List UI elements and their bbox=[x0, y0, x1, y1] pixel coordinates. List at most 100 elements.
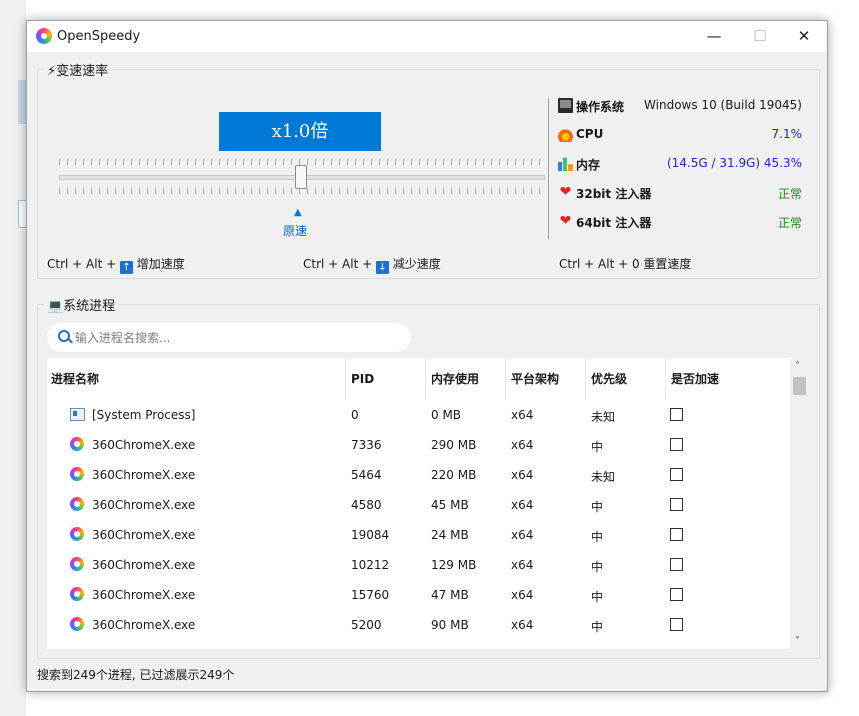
normal-speed-link[interactable]: 原速 bbox=[283, 222, 307, 239]
memory-value: (14.5G / 31.9G) 45.3% bbox=[666, 156, 802, 170]
table-row[interactable]: 360ChromeX.exe 4580 45 MB x64 中 bbox=[47, 490, 790, 520]
column-separator[interactable] bbox=[345, 358, 346, 400]
injector64-label: 64bit 注入器 bbox=[576, 216, 652, 230]
process-search-input[interactable] bbox=[73, 328, 397, 348]
cpu-value: 7.1% bbox=[771, 127, 803, 141]
close-button[interactable]: ✕ bbox=[781, 21, 827, 52]
column-separator[interactable] bbox=[505, 358, 506, 400]
table-row[interactable]: 360ChromeX.exe 19084 24 MB x64 中 bbox=[47, 520, 790, 550]
column-separator[interactable] bbox=[665, 358, 666, 400]
process-priority: 中 bbox=[591, 500, 604, 514]
table-row[interactable]: [System Process] 0 0 MB x64 未知 bbox=[47, 400, 790, 430]
column-header-memory[interactable]: 内存使用 bbox=[431, 372, 479, 400]
process-name: 360ChromeX.exe bbox=[92, 438, 196, 452]
info-divider bbox=[548, 98, 549, 239]
monitor-icon bbox=[558, 98, 573, 113]
process-table-scrollbar[interactable]: ˄ ˅ bbox=[791, 358, 809, 649]
process-memory: 24 MB bbox=[431, 528, 469, 542]
accelerate-checkbox[interactable] bbox=[670, 528, 683, 541]
process-name: 360ChromeX.exe bbox=[92, 498, 196, 512]
accelerate-checkbox[interactable] bbox=[670, 558, 683, 571]
speed-slider-thumb[interactable] bbox=[295, 165, 307, 189]
process-pid: 5200 bbox=[351, 618, 382, 632]
speed-group-label: ⚡变速速率 bbox=[44, 60, 112, 79]
process-name: 360ChromeX.exe bbox=[92, 588, 196, 602]
process-group-label: 💻系统进程 bbox=[44, 295, 119, 314]
title-bar[interactable]: OpenSpeedy — ☐ ✕ bbox=[27, 21, 827, 52]
normal-speed-marker-icon: ▲ bbox=[294, 207, 302, 218]
scroll-down-icon[interactable]: ˅ bbox=[795, 636, 800, 647]
chrome-icon bbox=[70, 587, 84, 601]
memory-label: 内存 bbox=[576, 158, 601, 172]
chrome-icon bbox=[70, 617, 84, 631]
background-window-fragment bbox=[18, 80, 26, 124]
accelerate-checkbox[interactable] bbox=[670, 468, 683, 481]
process-table-header: ^ 进程名称 PID 内存使用 平台架构 优先级 是否加速 bbox=[47, 358, 790, 400]
injector64-status: 正常 bbox=[777, 216, 802, 230]
column-header-arch[interactable]: 平台架构 bbox=[511, 372, 559, 400]
process-search-box[interactable] bbox=[47, 323, 411, 352]
hotkey-decrease-prefix: Ctrl + Alt + bbox=[303, 257, 376, 271]
accelerate-checkbox[interactable] bbox=[670, 438, 683, 451]
minimize-button[interactable]: — bbox=[691, 21, 737, 52]
status-text: 搜索到249个进程, 已过滤展示249个 bbox=[37, 668, 235, 682]
process-pid: 10212 bbox=[351, 558, 390, 572]
process-arch: x64 bbox=[511, 588, 534, 602]
table-row[interactable]: 360ChromeX.exe 5464 220 MB x64 未知 bbox=[47, 460, 790, 490]
scrollbar-thumb[interactable] bbox=[793, 377, 806, 395]
column-header-accelerated[interactable]: 是否加速 bbox=[671, 372, 719, 400]
cpu-info-row: CPU 7.1% bbox=[558, 126, 802, 144]
process-priority: 中 bbox=[591, 620, 604, 634]
process-memory: 45 MB bbox=[431, 498, 469, 512]
os-label: 操作系统 bbox=[576, 100, 625, 114]
column-header-priority[interactable]: 优先级 bbox=[591, 372, 627, 400]
accelerate-checkbox[interactable] bbox=[670, 588, 683, 601]
process-memory: 129 MB bbox=[431, 558, 477, 572]
table-row[interactable]: 360ChromeX.exe 10212 129 MB x64 中 bbox=[47, 550, 790, 580]
chrome-icon bbox=[70, 467, 84, 481]
accelerate-checkbox[interactable] bbox=[670, 408, 683, 421]
table-row[interactable]: 360ChromeX.exe 5200 90 MB x64 中 bbox=[47, 610, 790, 640]
table-row[interactable]: 360ChromeX.exe 15760 47 MB x64 中 bbox=[47, 580, 790, 610]
injector32-label: 32bit 注入器 bbox=[576, 187, 652, 201]
process-name: 360ChromeX.exe bbox=[92, 468, 196, 482]
table-row[interactable]: 360ChromeX.exe 7336 290 MB x64 中 bbox=[47, 430, 790, 460]
process-table: ^ 进程名称 PID 内存使用 平台架构 优先级 是否加速 [System Pr… bbox=[47, 358, 790, 649]
injector64-info-row: ❤ 64bit 注入器 正常 bbox=[558, 213, 802, 231]
column-header-pid[interactable]: PID bbox=[351, 372, 374, 400]
system-process-icon bbox=[70, 408, 85, 421]
maximize-button[interactable]: ☐ bbox=[737, 21, 783, 52]
hotkey-reset: Ctrl + Alt + 0 重置速度 bbox=[559, 257, 692, 271]
arrow-up-icon: ↑ bbox=[119, 261, 133, 274]
process-memory: 0 MB bbox=[431, 408, 462, 422]
process-pid: 15760 bbox=[351, 588, 390, 602]
hotkey-decrease-label: 减少速度 bbox=[392, 257, 441, 271]
heart-icon: ❤ bbox=[559, 213, 572, 229]
process-arch: x64 bbox=[511, 558, 534, 572]
hotkey-increase-label: 增加速度 bbox=[136, 257, 185, 271]
process-memory: 290 MB bbox=[431, 438, 477, 452]
slider-ticks-bottom bbox=[59, 188, 543, 194]
column-separator[interactable] bbox=[425, 358, 426, 400]
process-arch: x64 bbox=[511, 438, 534, 452]
arrow-down-icon: ↓ bbox=[375, 261, 389, 274]
window-title: OpenSpeedy bbox=[57, 29, 141, 44]
process-memory: 47 MB bbox=[431, 588, 469, 602]
column-separator[interactable] bbox=[585, 358, 586, 400]
speed-display: x1.0倍 bbox=[219, 112, 381, 151]
process-arch: x64 bbox=[511, 528, 534, 542]
app-logo-icon bbox=[36, 28, 52, 44]
scroll-up-icon[interactable]: ˄ bbox=[795, 361, 800, 372]
flame-icon bbox=[558, 127, 573, 142]
column-header-name[interactable]: 进程名称 bbox=[51, 372, 99, 400]
background-window-strip bbox=[0, 0, 28, 716]
process-priority: 中 bbox=[591, 560, 604, 574]
process-arch: x64 bbox=[511, 498, 534, 512]
app-window: OpenSpeedy — ☐ ✕ ⚡变速速率 x1.0倍 ▲ 原速 操作系统 W… bbox=[26, 20, 828, 692]
process-name: 360ChromeX.exe bbox=[92, 528, 196, 542]
process-pid: 5464 bbox=[351, 468, 382, 482]
accelerate-checkbox[interactable] bbox=[670, 618, 683, 631]
accelerate-checkbox[interactable] bbox=[670, 498, 683, 511]
os-info-row: 操作系统 Windows 10 (Build 19045) bbox=[558, 97, 802, 115]
process-priority: 未知 bbox=[591, 410, 616, 424]
